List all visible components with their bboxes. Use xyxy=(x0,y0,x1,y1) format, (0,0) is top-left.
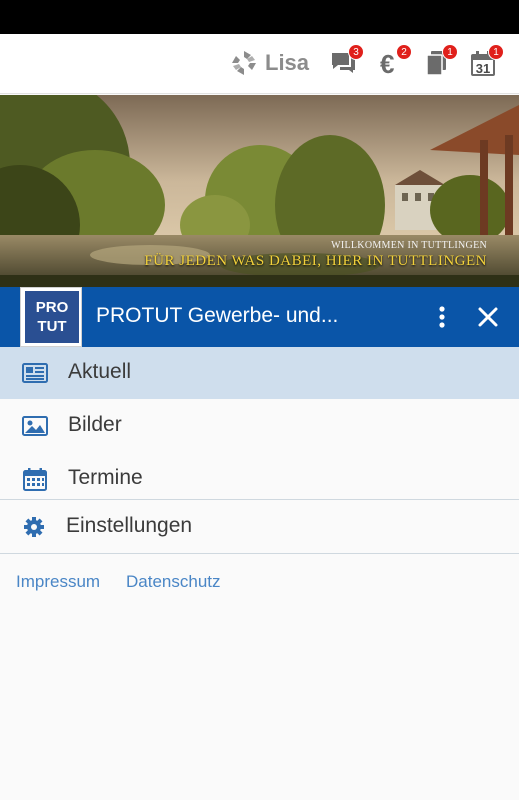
nav-item-bilder[interactable]: Bilder xyxy=(0,400,519,452)
brand-logo-icon xyxy=(232,51,256,75)
calendar-badge: 1 xyxy=(488,44,504,60)
brand[interactable]: Lisa xyxy=(231,50,309,76)
settings-divider xyxy=(0,553,519,554)
nav-item-einstellungen[interactable]: Einstellungen xyxy=(0,501,519,553)
protut-logo: PRO TUT xyxy=(20,287,82,347)
hero-welcome-text: WILLKOMMEN IN TUTTLINGEN xyxy=(331,240,487,251)
messages-button[interactable]: 3 xyxy=(328,44,364,80)
svg-text:€: € xyxy=(380,49,394,78)
documents-button[interactable]: 1 xyxy=(422,44,458,80)
hero-slogan-text: FÜR JEDEN WAS DABEI, HIER IN TUTTLINGEN xyxy=(144,253,487,269)
status-bar xyxy=(0,0,519,34)
logo-line2: TUT xyxy=(37,318,67,335)
image-icon xyxy=(22,416,48,436)
logo-background: PRO TUT xyxy=(25,291,79,343)
nav-item-termine[interactable]: Termine xyxy=(0,453,519,505)
brand-name: Lisa xyxy=(265,50,310,75)
app-top-bar: Lisa 3 € 2 1 31 1 xyxy=(0,34,519,94)
gear-icon xyxy=(24,517,44,537)
overflow-menu-button[interactable] xyxy=(430,301,454,333)
calendar-icon xyxy=(23,468,47,491)
nav-divider xyxy=(0,499,519,500)
messages-badge: 3 xyxy=(348,44,364,60)
newspaper-icon xyxy=(22,363,48,383)
hero-banner: WILLKOMMEN IN TUTTLINGEN FÜR JEDEN WAS D… xyxy=(0,95,519,287)
nav-item-aktuell[interactable]: Aktuell xyxy=(0,347,519,399)
drawer-title: PROTUT Gewerbe- und... xyxy=(96,304,339,327)
nav-label-bilder: Bilder xyxy=(68,413,122,436)
payments-badge: 2 xyxy=(396,44,412,60)
logo-line1: PRO xyxy=(35,299,69,316)
payments-button[interactable]: € 2 xyxy=(376,44,412,80)
nav-label-einstellungen: Einstellungen xyxy=(66,514,193,537)
calendar-day-text: 31 xyxy=(476,61,490,76)
calendar-button[interactable]: 31 1 xyxy=(468,44,504,80)
drawer-header: PRO TUT PROTUT Gewerbe- und... xyxy=(0,287,519,347)
nav-label-aktuell: Aktuell xyxy=(68,360,132,383)
close-drawer-button[interactable] xyxy=(474,301,502,333)
datenschutz-link[interactable]: Datenschutz xyxy=(126,572,221,592)
close-icon xyxy=(478,307,498,327)
impressum-link[interactable]: Impressum xyxy=(16,572,100,592)
more-vertical-icon xyxy=(439,306,445,328)
documents-badge: 1 xyxy=(442,44,458,60)
nav-label-termine: Termine xyxy=(68,466,143,489)
